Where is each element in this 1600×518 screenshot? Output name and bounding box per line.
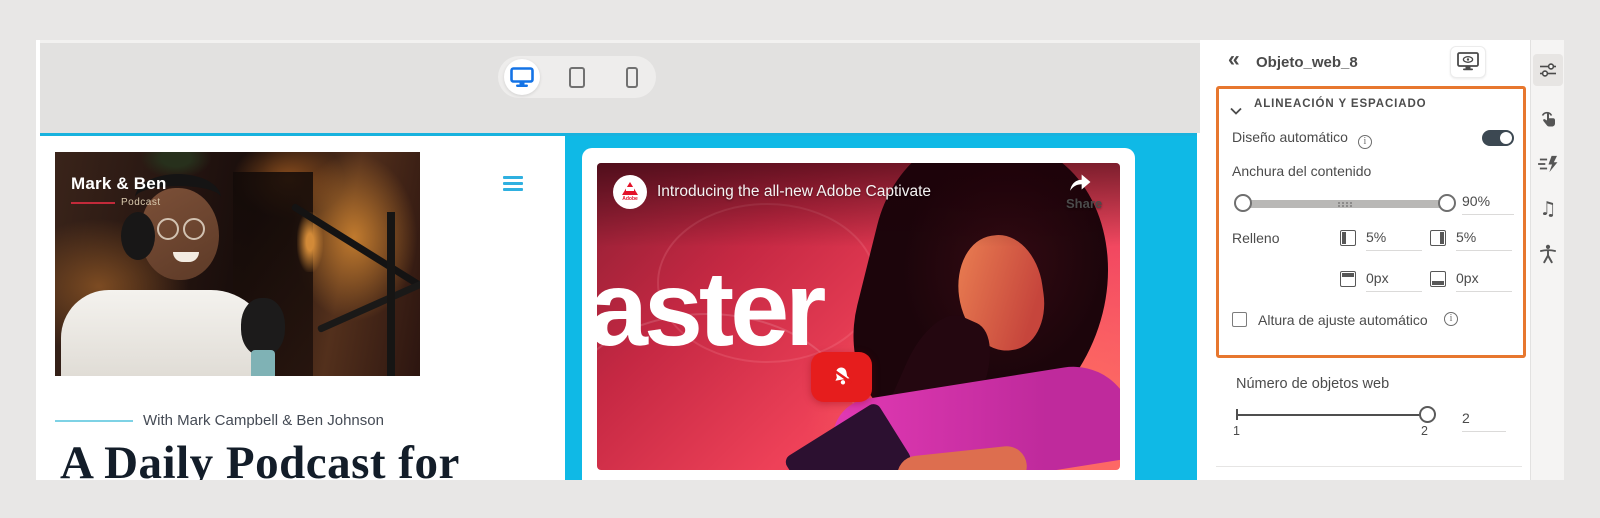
- padding-left-icon: [1340, 230, 1356, 246]
- canvas-top-strip: [40, 40, 1200, 133]
- tap-hand-icon: [1541, 111, 1555, 126]
- adobe-logo-icon[interactable]: Adobe: [613, 175, 647, 209]
- web-object-podcast-page[interactable]: Mark & Ben Podcast With Mark Campbell & …: [40, 136, 565, 480]
- auto-height-checkbox[interactable]: [1232, 312, 1247, 327]
- objects-slider-min-label: 1: [1233, 424, 1240, 438]
- auto-height-label: Altura de ajuste automático: [1258, 312, 1428, 328]
- audio-tab[interactable]: ♫: [1533, 193, 1563, 225]
- objects-count-slider[interactable]: [1236, 414, 1430, 416]
- share-arrow-icon: [1070, 174, 1091, 191]
- panel-title: Objeto_web_8: [1256, 54, 1358, 71]
- desktop-icon: [510, 66, 534, 87]
- app-window: Mark & Ben Podcast With Mark Campbell & …: [36, 40, 1564, 480]
- tablet-icon: [569, 66, 585, 88]
- accessibility-tab[interactable]: [1533, 238, 1563, 270]
- podcast-logo-subtitle: Podcast: [121, 197, 161, 208]
- monitor-eye-icon: [1457, 52, 1479, 71]
- accessibility-person-icon: [1539, 244, 1557, 264]
- podcast-byline: With Mark Campbell & Ben Johnson: [55, 412, 384, 429]
- video-background-word: aster: [597, 250, 826, 368]
- byline-text: With Mark Campbell & Ben Johnson: [143, 412, 384, 429]
- glasses-lens: [183, 218, 205, 240]
- desktop-device-button[interactable]: [501, 56, 543, 98]
- podcast-logo: Mark & Ben Podcast: [71, 174, 167, 208]
- padding-top-field[interactable]: 0px: [1366, 270, 1422, 292]
- alignment-section-title: ALINEACIÓN Y ESPACIADO: [1254, 98, 1427, 110]
- auto-layout-toggle[interactable]: [1482, 130, 1514, 146]
- video-play-button[interactable]: [811, 352, 872, 402]
- music-note-icon: ♫: [1539, 198, 1557, 220]
- padding-bottom-field[interactable]: 0px: [1456, 270, 1512, 292]
- slider-grip-handle[interactable]: [1338, 202, 1352, 204]
- slider-right-handle[interactable]: [1438, 194, 1456, 212]
- phone-icon: [626, 66, 638, 88]
- byline-accent-line: [55, 419, 133, 422]
- podcast-logo-title: Mark & Ben: [71, 174, 167, 193]
- lightning-lines-icon: [1538, 155, 1558, 173]
- objects-slider-handle[interactable]: [1419, 406, 1436, 423]
- info-icon[interactable]: i: [1357, 135, 1372, 149]
- properties-panel: « Objeto_web_8 ALINEACIÓN Y ESPACIADO Di…: [1200, 40, 1564, 480]
- panel-icon-rail: ♫: [1530, 40, 1564, 480]
- content-width-value-field[interactable]: 90%: [1462, 193, 1514, 215]
- video-title-gradient: [597, 163, 1120, 247]
- objects-slider-max-label: 2: [1421, 424, 1428, 438]
- padding-label: Relleno: [1232, 230, 1280, 246]
- web-objects-count-label: Número de objetos web: [1236, 376, 1390, 392]
- share-button[interactable]: Share: [1066, 171, 1102, 211]
- phone-device-button[interactable]: [611, 56, 653, 98]
- sliders-icon: [1540, 63, 1556, 77]
- content-width-label: Anchura del contenido: [1232, 163, 1372, 179]
- video-card: aster Adobe Introducing the all-new Adob…: [582, 148, 1135, 480]
- glasses-lens: [157, 218, 179, 240]
- padding-left-field[interactable]: 5%: [1366, 229, 1422, 251]
- properties-tab[interactable]: [1533, 54, 1563, 86]
- padding-top-icon: [1340, 271, 1356, 287]
- youtube-embed[interactable]: aster Adobe Introducing the all-new Adob…: [597, 163, 1120, 470]
- padding-right-field[interactable]: 5%: [1456, 229, 1512, 251]
- web-object-video[interactable]: aster Adobe Introducing the all-new Adob…: [565, 136, 1197, 480]
- actions-tab[interactable]: [1533, 148, 1563, 180]
- tablet-device-button[interactable]: [556, 56, 598, 98]
- captivate-editor: Mark & Ben Podcast With Mark Campbell & …: [0, 0, 1600, 518]
- hamburger-menu-icon[interactable]: [503, 176, 523, 194]
- section-divider: [1216, 466, 1522, 467]
- collapse-panel-icon[interactable]: «: [1228, 48, 1240, 72]
- headphones-earcup: [121, 212, 155, 260]
- share-label: Share: [1066, 196, 1103, 211]
- interactions-tab[interactable]: [1533, 102, 1563, 134]
- bell-muted-icon: [831, 367, 852, 385]
- objects-count-value-field[interactable]: 2: [1462, 410, 1506, 432]
- logo-red-line: [71, 201, 115, 204]
- auto-layout-label: Diseño automático i: [1232, 129, 1372, 149]
- video-title: Introducing the all-new Adobe Captivate: [657, 183, 932, 200]
- podcast-hero-photo: Mark & Ben Podcast: [55, 152, 420, 376]
- microphone: [241, 298, 285, 356]
- info-icon[interactable]: i: [1444, 312, 1458, 326]
- podcast-heading: A Daily Podcast for: [60, 437, 460, 480]
- preview-on-device-button[interactable]: [1450, 46, 1486, 78]
- padding-right-icon: [1430, 230, 1446, 246]
- content-width-slider[interactable]: [1234, 194, 1456, 212]
- microphone-handle: [251, 350, 275, 376]
- mic-boom-arm: [316, 277, 420, 334]
- host-shirt: [61, 290, 271, 376]
- chevron-down-icon[interactable]: [1230, 102, 1242, 118]
- slider-left-handle[interactable]: [1234, 194, 1252, 212]
- device-preview-toggle: [498, 56, 656, 98]
- padding-bottom-icon: [1430, 271, 1446, 287]
- mic-stand: [387, 212, 395, 376]
